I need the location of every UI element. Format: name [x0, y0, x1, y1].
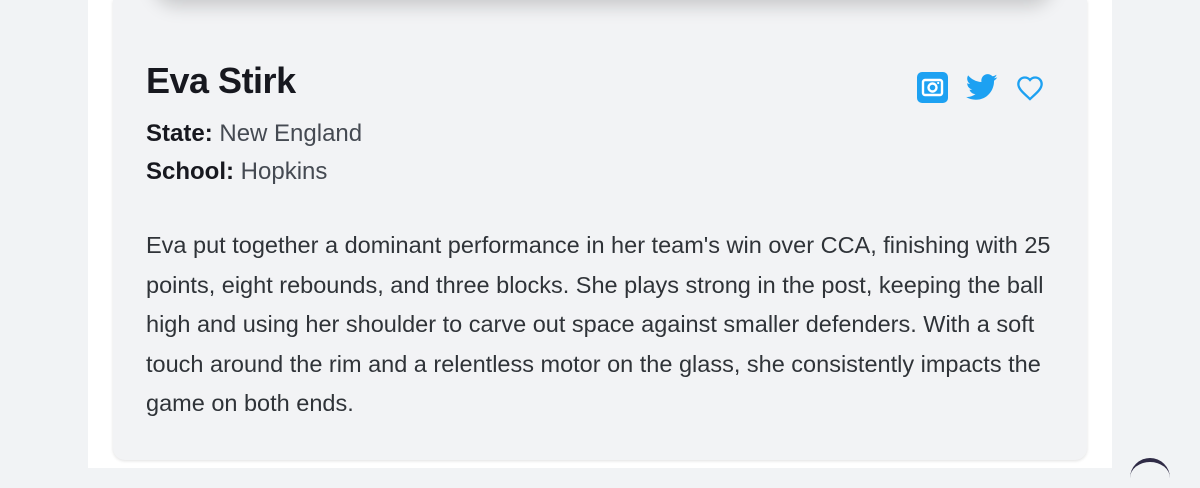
player-state: State: New England	[146, 120, 362, 148]
school-label: School:	[146, 158, 234, 185]
player-card: Eva Stirk State: New England School: Hop…	[113, 0, 1087, 460]
state-label: State:	[146, 120, 213, 147]
player-school: School: Hopkins	[146, 158, 327, 186]
heart-outline-icon[interactable]	[1016, 75, 1044, 101]
floating-widget-edge[interactable]	[1130, 458, 1170, 488]
school-value: Hopkins	[240, 158, 328, 185]
social-actions	[917, 72, 1044, 103]
twitter-icon[interactable]	[966, 74, 998, 101]
player-name: Eva Stirk	[146, 60, 296, 101]
state-value: New England	[219, 120, 363, 147]
player-bio: Eva put together a dominant performance …	[146, 232, 1051, 416]
instagram-icon[interactable]	[917, 72, 948, 103]
